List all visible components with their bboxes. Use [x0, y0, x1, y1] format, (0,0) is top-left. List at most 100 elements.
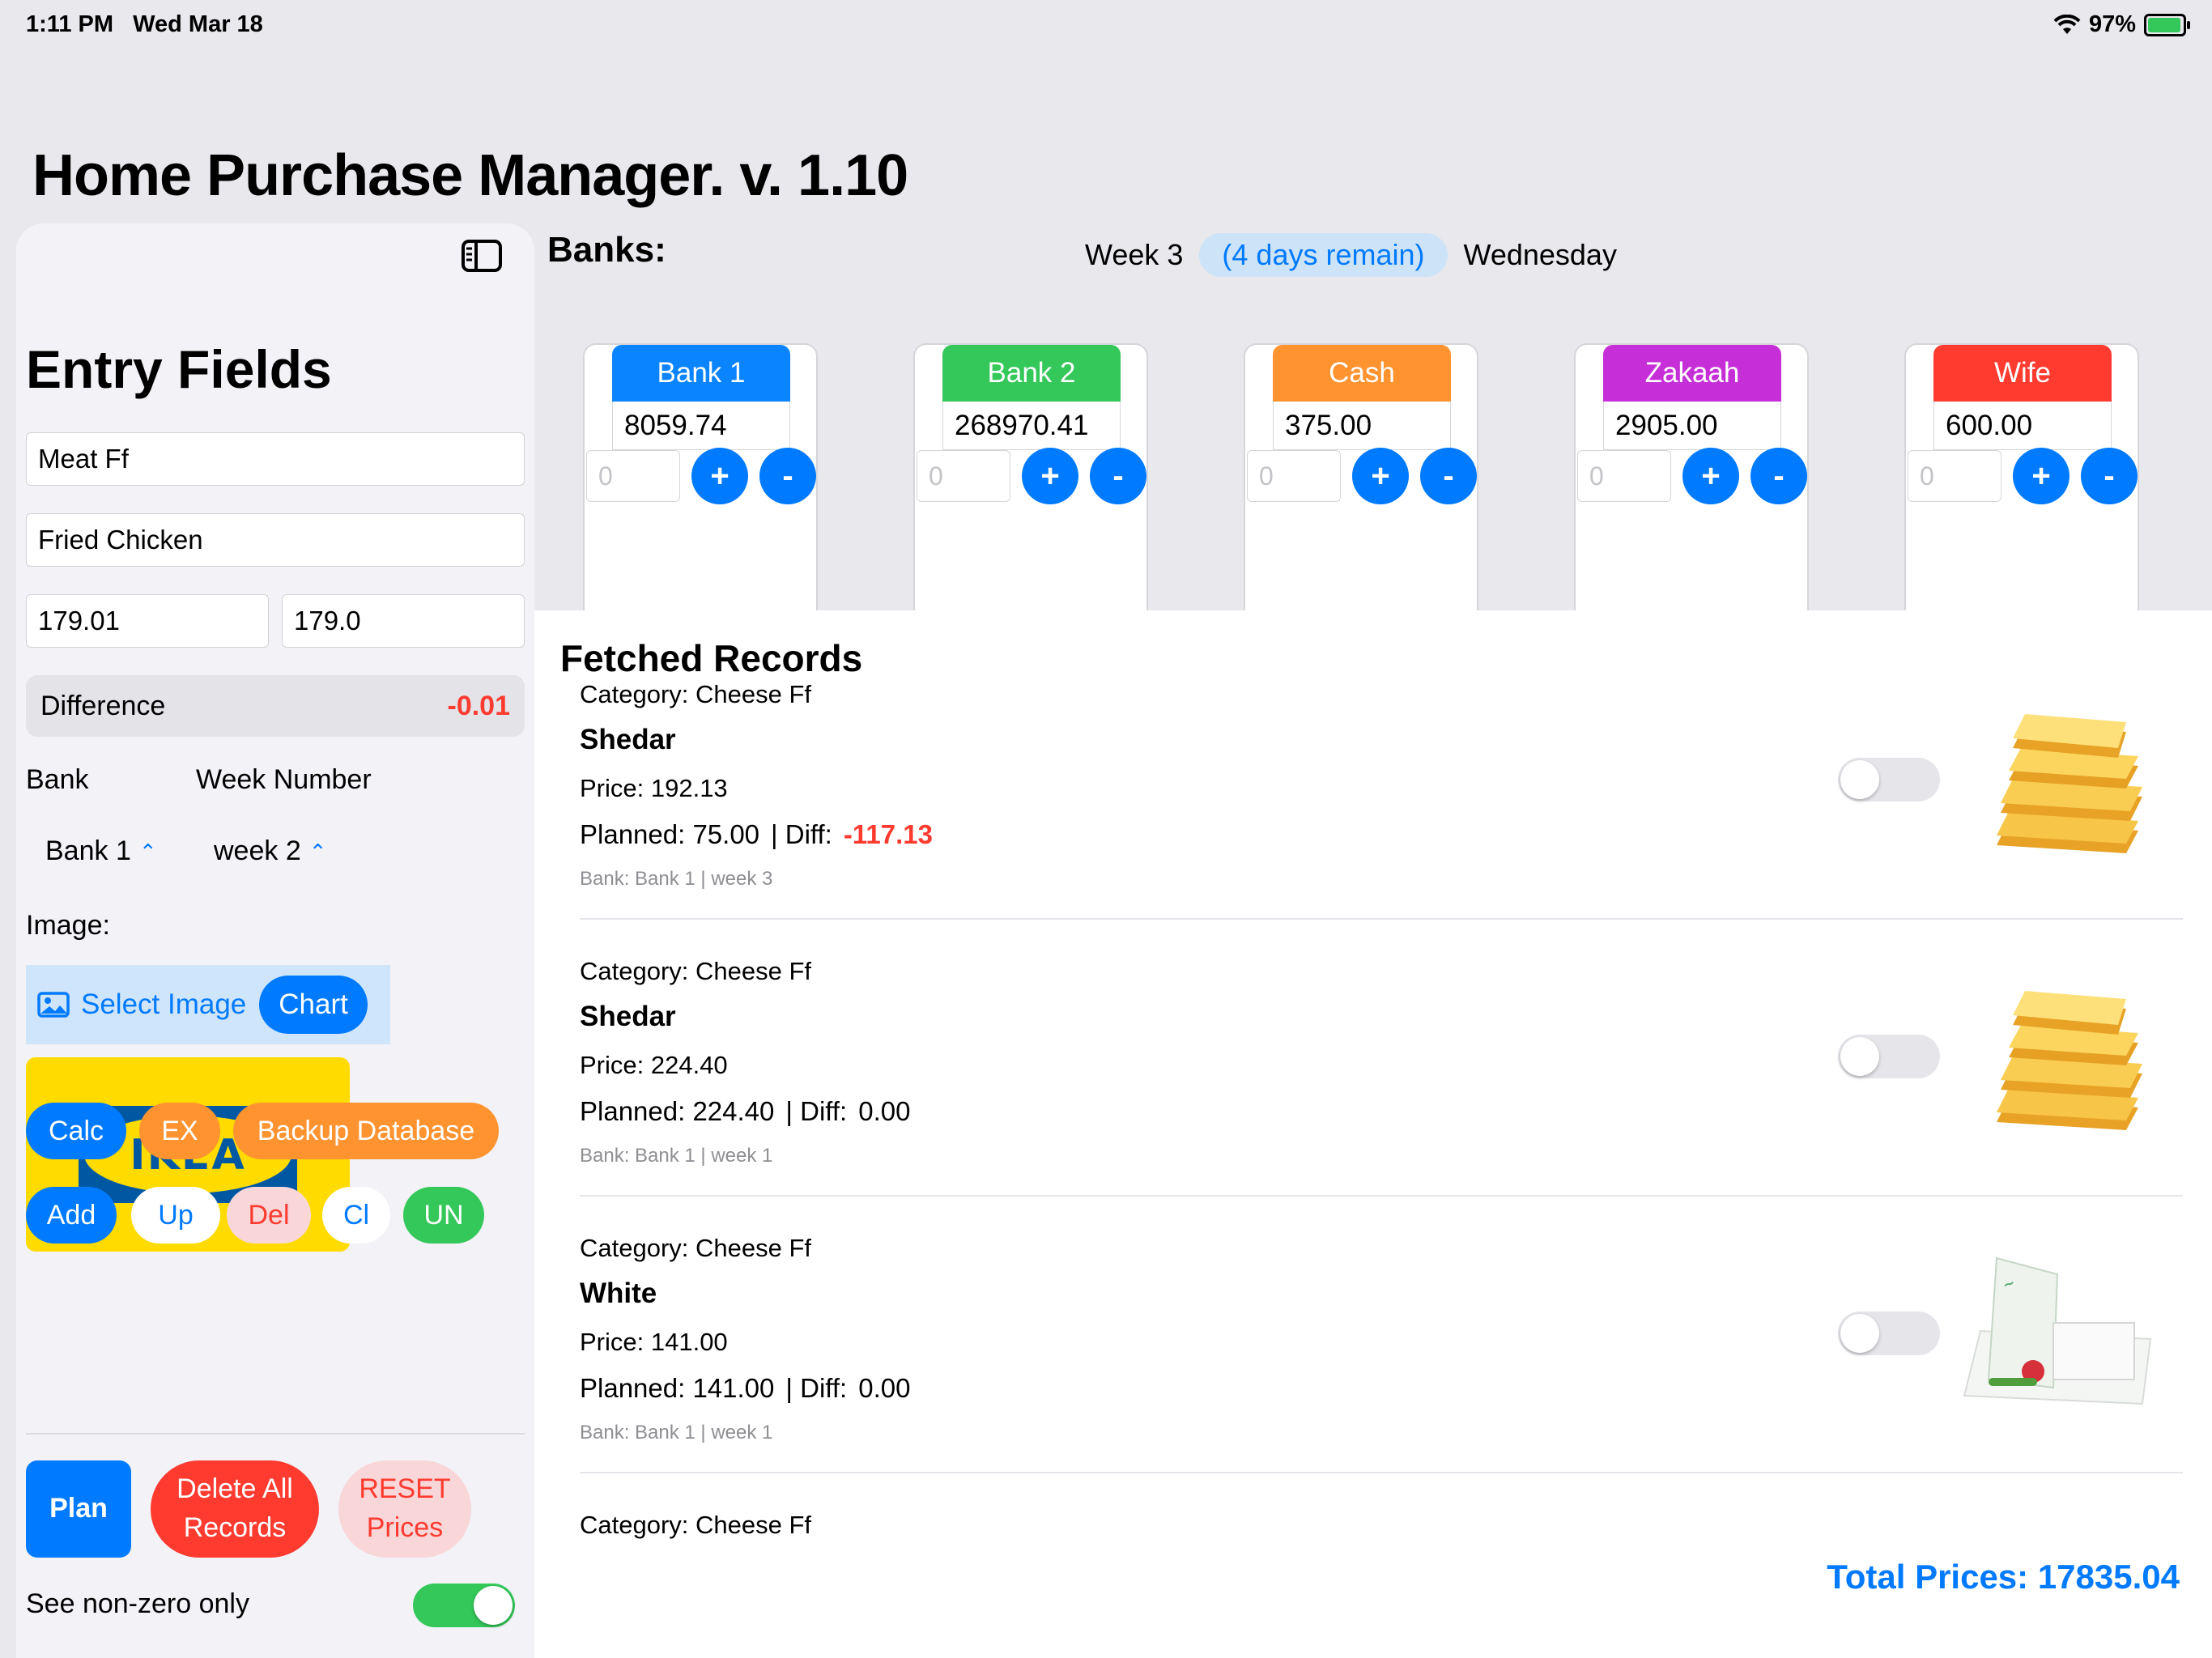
- total-prices: Total Prices: 17835.04: [1827, 1558, 2180, 1596]
- planned-field[interactable]: 179.0: [282, 594, 525, 648]
- del-button[interactable]: Del: [227, 1187, 311, 1244]
- record-category: Category: Cheese Ff: [580, 1234, 812, 1262]
- bank-plus-button[interactable]: +: [691, 448, 748, 504]
- reset-line2: Prices: [366, 1512, 444, 1543]
- record-category: Category: Cheese Ff: [580, 957, 812, 985]
- record-price: Price: 192.13: [580, 774, 728, 802]
- bank-name-tab: Wife: [1933, 345, 2112, 402]
- record-item[interactable]: Category: Cheese Ff Shedar Price: 192.13…: [580, 680, 2183, 891]
- record-category: Category: Cheese Ff: [580, 1511, 812, 1539]
- backup-database-button[interactable]: Backup Database: [233, 1103, 499, 1159]
- difference-value: -0.01: [447, 690, 511, 721]
- white-cheese-image: ~: [1963, 1256, 2152, 1405]
- week-picker-value: week 2: [214, 835, 301, 866]
- record-item[interactable]: Category: Cheese Ff Shedar Price: 224.40…: [580, 957, 2183, 1167]
- image-label: Image:: [26, 910, 110, 941]
- non-zero-toggle[interactable]: [413, 1584, 515, 1627]
- bank-minus-button[interactable]: -: [759, 448, 816, 504]
- record-name: Shedar: [580, 1001, 676, 1032]
- week-number-label: Week Number: [196, 764, 372, 795]
- bank-plus-button[interactable]: +: [1682, 448, 1739, 504]
- cl-button[interactable]: Cl: [322, 1187, 390, 1244]
- bank-plus-button[interactable]: +: [2013, 448, 2069, 504]
- bank-minus-button[interactable]: -: [2081, 448, 2138, 504]
- chevron-updown-icon: ⌃: [308, 839, 327, 864]
- reset-prices-button[interactable]: RESET Prices: [338, 1460, 471, 1558]
- record-item[interactable]: Category: Cheese Ff White Price: 141.00 …: [580, 1234, 2183, 1444]
- bank-minus-button[interactable]: -: [1750, 448, 1807, 504]
- bank-amount-input[interactable]: 0: [1908, 450, 2001, 502]
- week-picker[interactable]: week 2 ⌃: [214, 835, 327, 867]
- status-date: Wed Mar 18: [133, 11, 263, 37]
- reset-line1: RESET: [359, 1473, 451, 1505]
- record-diff: 0.00: [858, 1373, 911, 1403]
- price-field[interactable]: 179.01: [26, 594, 269, 648]
- record-planned-row: Planned: 141.00 | Diff: 0.00: [580, 1373, 2183, 1404]
- week-label: Week 3: [1085, 238, 1184, 271]
- status-bar-right: 97%: [2053, 11, 2190, 38]
- bank-card-cash: Cash 375.00 0 + -: [1244, 343, 1478, 610]
- sidebar: Entry Fields Meat Ff Fried Chicken 179.0…: [16, 223, 534, 1658]
- planned-value: 179.0: [294, 606, 361, 636]
- bank-name-tab: Bank 1: [612, 345, 790, 402]
- record-planned: Planned: 75.00: [580, 819, 760, 849]
- status-time: 1:11 PM: [26, 11, 113, 37]
- plan-button[interactable]: Plan: [26, 1460, 131, 1558]
- bank-name-tab: Bank 2: [942, 345, 1121, 402]
- chart-button[interactable]: Chart: [259, 976, 368, 1034]
- item-name-field[interactable]: Fried Chicken: [26, 513, 525, 567]
- ex-button[interactable]: EX: [139, 1103, 220, 1159]
- record-diff: -117.13: [843, 819, 933, 849]
- add-button[interactable]: Add: [26, 1187, 117, 1244]
- record-name: Shedar: [580, 724, 676, 755]
- record-toggle[interactable]: [1838, 758, 1940, 801]
- delete-all-line2: Records: [183, 1512, 287, 1543]
- record-diff: 0.00: [858, 1096, 911, 1126]
- records-panel: Fetched Records Category: Cheese Ff Shed…: [534, 610, 2212, 1658]
- record-bank: Bank: Bank 1 | week 1: [580, 1145, 773, 1167]
- record-planned: Planned: 141.00: [580, 1373, 775, 1403]
- entry-fields-title: Entry Fields: [26, 339, 332, 399]
- cheddar-cheese-image: [1997, 714, 2142, 853]
- select-image-button[interactable]: Select Image: [37, 988, 246, 1021]
- record-price: Price: 224.40: [580, 1051, 728, 1079]
- category-field[interactable]: Meat Ff: [26, 432, 525, 486]
- up-button[interactable]: Up: [131, 1187, 220, 1244]
- bank-minus-button[interactable]: -: [1420, 448, 1477, 504]
- record-category: Category: Cheese Ff: [580, 680, 812, 708]
- battery-icon: [2144, 13, 2190, 36]
- category-field-value: Meat Ff: [38, 444, 129, 474]
- delete-all-records-button[interactable]: Delete All Records: [151, 1460, 319, 1558]
- bank-balance: 2905.00: [1603, 402, 1781, 450]
- record-toggle[interactable]: [1838, 1035, 1940, 1078]
- price-value: 179.01: [38, 606, 120, 636]
- record-toggle[interactable]: [1838, 1312, 1940, 1355]
- un-button[interactable]: UN: [403, 1187, 484, 1244]
- bank-amount-input[interactable]: 0: [917, 450, 1010, 502]
- bank-balance: 8059.74: [612, 402, 790, 450]
- fetched-records-title: Fetched Records: [560, 637, 863, 679]
- image-actions-row: Select Image Chart: [26, 965, 390, 1044]
- bank-picker[interactable]: Bank 1 ⌃: [45, 835, 157, 867]
- sidebar-toggle-icon[interactable]: [462, 240, 502, 272]
- record-divider: [580, 1472, 2183, 1473]
- sidebar-divider: [26, 1433, 525, 1435]
- record-item[interactable]: Category: Cheese Ff: [580, 1511, 2183, 1540]
- week-info: Week 3 (4 days remain) Wednesday: [1085, 233, 1617, 277]
- bank-card-wife: Wife 600.00 0 + -: [1904, 343, 2139, 610]
- app-title: Home Purchase Manager. v. 1.10: [32, 143, 908, 208]
- bank-amount-input[interactable]: 0: [1577, 450, 1671, 502]
- record-divider: [580, 1195, 2183, 1197]
- photo-icon: [37, 992, 70, 1018]
- record-diff-label: | Diff:: [785, 1096, 848, 1126]
- record-planned-row: Planned: 75.00 | Diff: -117.13: [580, 819, 2183, 850]
- bank-plus-button[interactable]: +: [1022, 448, 1078, 504]
- record-diff-label: | Diff:: [785, 1373, 848, 1403]
- bank-amount-input[interactable]: 0: [1247, 450, 1341, 502]
- calc-button[interactable]: Calc: [26, 1103, 126, 1159]
- non-zero-label: See non-zero only: [26, 1588, 249, 1619]
- bank-plus-button[interactable]: +: [1352, 448, 1409, 504]
- bank-amount-input[interactable]: 0: [586, 450, 680, 502]
- bank-minus-button[interactable]: -: [1090, 448, 1146, 504]
- bank-card-zakaah: Zakaah 2905.00 0 + -: [1574, 343, 1809, 610]
